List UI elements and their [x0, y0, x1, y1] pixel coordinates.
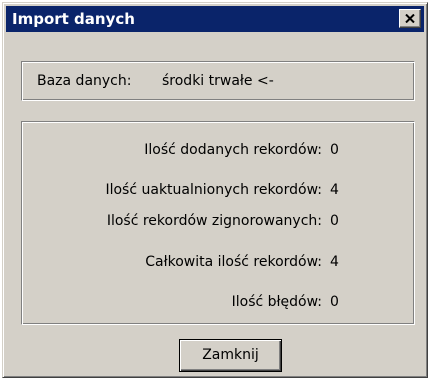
statistics-group: Ilość dodanych rekordów: 0 Ilość uaktual… [21, 121, 415, 325]
database-group: Baza danych: środki trwałe <- [21, 61, 415, 101]
ignored-records-value: 0 [330, 213, 339, 229]
total-records-label: Całkowita ilość rekordów: [145, 254, 322, 270]
errors-value: 0 [330, 294, 339, 310]
close-window-button[interactable] [399, 9, 421, 28]
database-label: Baza danych: [37, 73, 132, 89]
errors-label: Ilość błędów: [231, 294, 322, 310]
title-bar[interactable]: Import danych [6, 6, 424, 32]
added-records-value: 0 [330, 142, 339, 158]
updated-records-label: Ilość uaktualnionych rekordów: [105, 182, 322, 198]
ignored-records-label: Ilość rekordów zignorowanych: [106, 213, 322, 229]
close-icon [405, 14, 415, 23]
database-value: środki trwałe <- [162, 73, 274, 89]
import-dialog: Import danych Baza danych: środki trwałe… [2, 2, 428, 378]
window-title: Import danych [12, 10, 135, 28]
added-records-label: Ilość dodanych rekordów: [144, 142, 322, 158]
close-button[interactable]: Zamknij [179, 339, 282, 372]
total-records-value: 4 [330, 254, 339, 270]
updated-records-value: 4 [330, 182, 339, 198]
